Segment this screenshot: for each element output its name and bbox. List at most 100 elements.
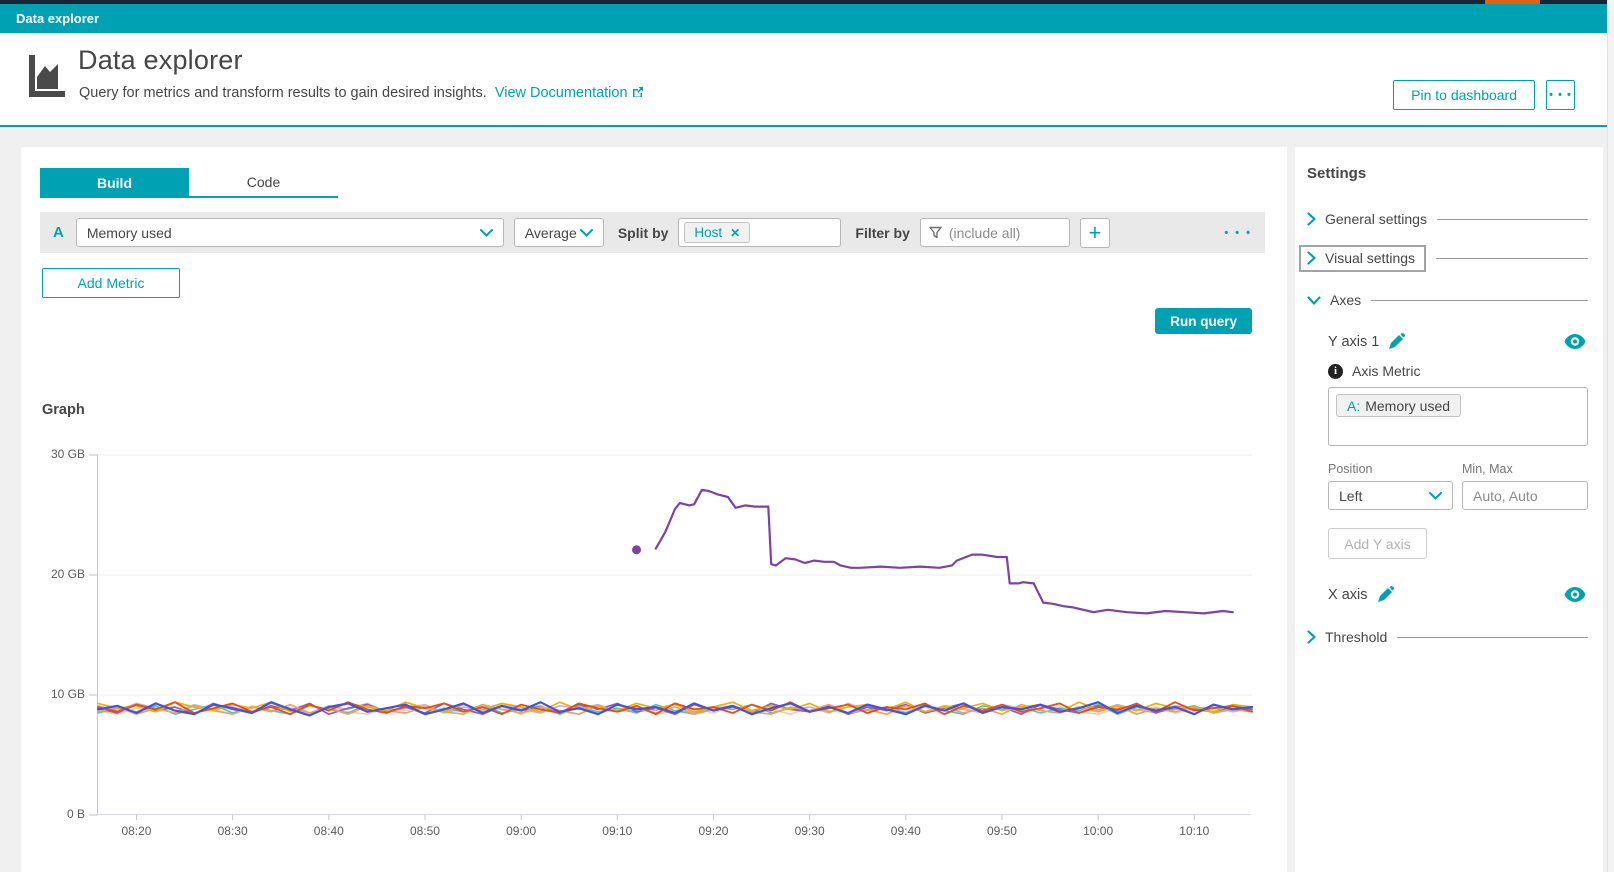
graph-section-title: Graph [42, 402, 85, 418]
metric-row-more-icon[interactable]: • • • [1224, 227, 1252, 239]
section-visual-settings[interactable]: Visual settings [1307, 250, 1588, 267]
section-divider [1437, 219, 1588, 220]
position-value: Left [1339, 488, 1362, 504]
filter-funnel-icon [929, 226, 942, 239]
chevron-down-icon [480, 229, 493, 237]
minmax-label: Min, Max [1462, 462, 1513, 476]
data-explorer-icon [25, 53, 67, 103]
position-select[interactable]: Left [1328, 481, 1453, 510]
metric-letter-badge: A [53, 224, 64, 241]
metric-query-row: A Memory used Average Split by Host ✕ Fi… [40, 212, 1265, 253]
split-chip-label: Host [694, 225, 722, 240]
tab-code[interactable]: Code [189, 168, 338, 198]
section-label: Threshold [1325, 629, 1387, 645]
page-header: Data explorer Query for metrics and tran… [0, 33, 1607, 127]
minmax-input[interactable]: Auto, Auto [1462, 481, 1588, 510]
x-tick-label: 09:20 [698, 824, 728, 838]
tab-build[interactable]: Build [40, 168, 189, 198]
metric-select-value: Memory used [87, 225, 172, 241]
aggregation-select-value: Average [525, 225, 577, 241]
x-tick-label: 08:20 [121, 824, 151, 838]
metric-select[interactable]: Memory used [76, 218, 504, 247]
y-tick-label: 0 B [67, 807, 85, 821]
add-y-axis-button[interactable]: Add Y axis [1328, 528, 1427, 559]
visibility-eye-icon[interactable] [1564, 334, 1586, 349]
pin-to-dashboard-button[interactable]: Pin to dashboard [1393, 80, 1535, 110]
section-general-settings[interactable]: General settings [1307, 211, 1588, 227]
chart-svg [98, 455, 1252, 815]
header-actions: Pin to dashboard • • • [1393, 80, 1575, 110]
axis-metric-box[interactable]: A: Memory used [1328, 387, 1588, 446]
aggregation-select[interactable]: Average [514, 218, 604, 247]
position-minmax-inputs: Left Auto, Auto [1328, 481, 1588, 510]
chevron-right-icon [1307, 212, 1316, 226]
view-documentation-link[interactable]: View Documentation [495, 85, 628, 101]
position-minmax-labels: Position Min, Max [1328, 462, 1588, 476]
section-divider [1436, 258, 1588, 259]
chip-prefix: A: [1347, 398, 1360, 414]
subtitle-text: Query for metrics and transform results … [79, 85, 487, 101]
x-tick-label: 10:00 [1083, 824, 1113, 838]
x-tick-label: 09:50 [987, 824, 1017, 838]
y-tick-label: 30 GB [51, 447, 85, 461]
page-subtitle: Query for metrics and transform results … [79, 85, 644, 101]
axes-settings-body: Y axis 1 i Axis Metric A: Memory used Po… [1328, 333, 1588, 603]
x-tick-label: 08:50 [410, 824, 440, 838]
settings-title: Settings [1307, 165, 1588, 182]
run-query-button[interactable]: Run query [1155, 308, 1252, 334]
split-chip-host[interactable]: Host ✕ [684, 222, 750, 243]
external-link-icon [632, 86, 644, 98]
app-top-bar: Data explorer [0, 4, 1607, 33]
minmax-placeholder: Auto, Auto [1473, 488, 1538, 504]
x-tick-label: 09:00 [506, 824, 536, 838]
section-divider [1397, 637, 1588, 638]
add-metric-button[interactable]: Add Metric [42, 268, 180, 298]
split-by-label: Split by [618, 225, 669, 241]
x-axis-label: X axis [1328, 587, 1368, 603]
chevron-down-icon [1429, 492, 1442, 500]
y-tick-label: 20 GB [51, 567, 85, 581]
filter-by-label: Filter by [855, 225, 909, 241]
x-axis-row: X axis [1328, 586, 1588, 603]
y-axis-1-label: Y axis 1 [1328, 334, 1379, 350]
axis-metric-row: i Axis Metric [1328, 363, 1588, 379]
x-tick-label: 08:30 [218, 824, 248, 838]
chip-close-icon[interactable]: ✕ [730, 226, 740, 240]
x-tick-label: 10:10 [1179, 824, 1209, 838]
y-axis-1-row: Y axis 1 [1328, 333, 1588, 350]
axis-metric-chip[interactable]: A: Memory used [1336, 394, 1461, 417]
add-dimension-button[interactable]: + [1080, 218, 1110, 248]
settings-panel: Settings General settings Visual setting… [1295, 147, 1603, 872]
query-card: Build Code A Memory used Average Split b… [21, 147, 1287, 872]
section-label: Visual settings [1325, 250, 1415, 266]
content-area: Build Code A Memory used Average Split b… [0, 127, 1614, 872]
filter-placeholder: (include all) [949, 225, 1021, 241]
editor-tabs: Build Code [40, 168, 338, 198]
chip-label: Memory used [1365, 398, 1450, 414]
edit-pencil-icon[interactable] [1388, 333, 1405, 350]
position-label: Position [1328, 462, 1462, 476]
section-label: General settings [1325, 211, 1427, 227]
page-scrollbar[interactable] [1607, 0, 1614, 872]
section-label: Axes [1330, 292, 1361, 308]
visibility-eye-icon[interactable] [1564, 587, 1586, 602]
split-by-input[interactable]: Host ✕ [678, 218, 841, 247]
chevron-right-icon [1307, 251, 1316, 265]
chevron-down-icon [580, 229, 593, 237]
section-divider [1371, 300, 1588, 301]
x-tick-label: 09:30 [795, 824, 825, 838]
header-more-options-button[interactable]: • • • [1546, 80, 1575, 110]
metric-chart[interactable]: 0 B10 GB20 GB30 GB 08:2008:3008:4008:500… [97, 455, 1251, 815]
y-tick-label: 10 GB [51, 687, 85, 701]
section-threshold[interactable]: Threshold [1307, 629, 1588, 645]
focused-section-outline: Visual settings [1299, 245, 1426, 272]
x-tick-label: 09:40 [891, 824, 921, 838]
chevron-right-icon [1307, 630, 1316, 644]
filter-by-input[interactable]: (include all) [920, 218, 1070, 247]
x-tick-label: 09:10 [602, 824, 632, 838]
section-axes[interactable]: Axes [1307, 292, 1588, 308]
x-tick-label: 08:40 [314, 824, 344, 838]
edit-pencil-icon[interactable] [1377, 586, 1394, 603]
page-title: Data explorer [78, 45, 243, 76]
info-icon: i [1328, 364, 1343, 379]
